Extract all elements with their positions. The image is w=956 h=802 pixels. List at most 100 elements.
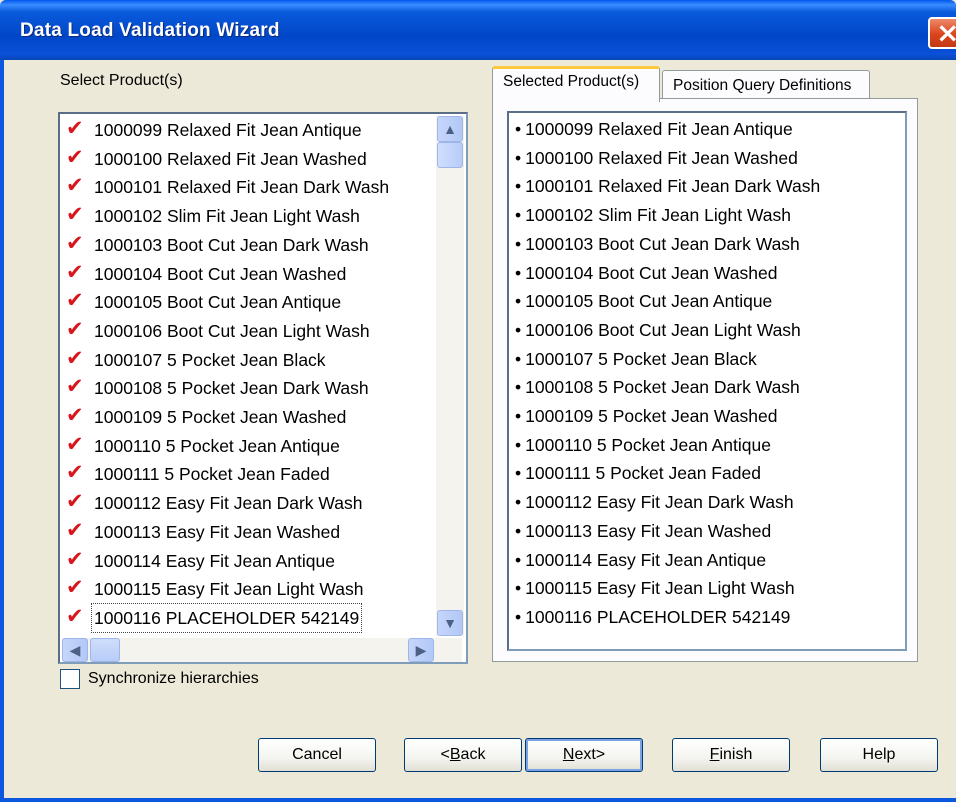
bullet-icon: • [515,319,522,340]
synchronize-label[interactable]: Synchronize hierarchies [88,670,259,688]
bullet-icon: • [515,348,522,369]
product-label: 1000100 Relaxed Fit Jean Washed [94,148,367,169]
close-button[interactable]: × [928,17,956,49]
cancel-button[interactable]: Cancel [258,738,376,772]
checkmark-icon[interactable]: ✔ [66,519,86,541]
bullet-icon: • [515,262,522,283]
back-button[interactable]: <Back [404,738,522,772]
selected-product-item[interactable]: • 1000113 Easy Fit Jean Washed [515,517,771,545]
checkmark-icon[interactable]: ✔ [66,462,86,484]
checkmark-icon[interactable]: ✔ [66,118,86,140]
arrow-left-icon: ◀ [69,642,81,658]
checkmark-icon[interactable]: ✔ [66,491,86,513]
selected-product-label: 1000105 Boot Cut Jean Antique [525,291,773,312]
checkmark-icon[interactable]: ✔ [66,146,86,168]
vertical-scroll-thumb[interactable] [437,142,463,168]
selected-product-label: 1000107 5 Pocket Jean Black [525,348,757,369]
selected-product-item[interactable]: • 1000100 Relaxed Fit Jean Washed [515,144,798,172]
selected-products-panel: • 1000099 Relaxed Fit Jean Antique • 100010… [492,98,918,662]
product-label: 1000112 Easy Fit Jean Dark Wash [94,493,363,514]
selected-product-item[interactable]: • 1000114 Easy Fit Jean Antique [515,546,766,574]
selected-products-list[interactable]: • 1000099 Relaxed Fit Jean Antique • 100010… [507,111,907,651]
product-label: 1000114 Easy Fit Jean Antique [94,550,335,571]
selected-product-item[interactable]: • 1000108 5 Pocket Jean Dark Wash [515,373,800,401]
selected-product-label: 1000110 5 Pocket Jean Antique [525,434,771,455]
scroll-down-button[interactable]: ▼ [437,610,463,636]
arrow-up-icon: ▲ [443,121,457,137]
checkmark-icon[interactable]: ✔ [66,318,86,340]
horizontal-scrollbar[interactable]: ◀ ▶ [62,638,462,662]
tab-selected-products[interactable]: Selected Product(s) [492,66,660,102]
accelerator-key: B [449,746,461,763]
checkmark-icon[interactable]: ✔ [66,548,86,570]
scroll-left-button[interactable]: ◀ [62,638,88,662]
finish-button[interactable]: Finish [672,738,790,772]
selected-product-item[interactable]: • 1000110 5 Pocket Jean Antique [515,431,771,459]
scroll-right-button[interactable]: ▶ [408,638,434,662]
selected-product-label: 1000116 PLACEHOLDER 542149 [525,606,791,627]
scroll-up-button[interactable]: ▲ [437,116,463,142]
accelerator-key: F [709,746,720,763]
help-button[interactable]: Help [820,738,938,772]
selected-product-item[interactable]: • 1000104 Boot Cut Jean Washed [515,259,777,287]
bullet-icon: • [515,147,522,168]
title-bar[interactable]: Data Load Validation Wizard × [0,0,956,60]
bullet-icon: • [515,434,522,455]
wizard-window: Data Load Validation Wizard × Select Pro… [0,0,956,802]
selected-product-item[interactable]: • 1000101 Relaxed Fit Jean Dark Wash [515,172,820,200]
selected-product-item[interactable]: • 1000099 Relaxed Fit Jean Antique [515,115,793,143]
selected-product-item[interactable]: • 1000112 Easy Fit Jean Dark Wash [515,488,794,516]
checkmark-icon[interactable]: ✔ [66,405,86,427]
bullet-icon: • [515,549,522,570]
selected-product-item[interactable]: • 1000102 Slim Fit Jean Light Wash [515,201,791,229]
checkmark-icon[interactable]: ✔ [66,175,86,197]
synchronize-checkbox[interactable] [60,669,80,689]
bullet-icon: • [515,520,522,541]
product-label: 1000103 Boot Cut Jean Dark Wash [94,234,369,255]
selected-product-label: 1000099 Relaxed Fit Jean Antique [525,119,793,139]
product-label: 1000110 5 Pocket Jean Antique [94,435,340,456]
selected-product-label: 1000108 5 Pocket Jean Dark Wash [525,377,800,398]
product-label: 1000104 Boot Cut Jean Washed [94,263,347,284]
checkmark-icon[interactable]: ✔ [66,204,86,226]
selected-product-label: 1000102 Slim Fit Jean Light Wash [525,205,792,226]
product-label: 1000111 5 Pocket Jean Faded [94,464,330,485]
selected-product-label: 1000109 5 Pocket Jean Washed [525,406,778,426]
checkmark-icon[interactable]: ✔ [66,433,86,455]
checkmark-icon[interactable]: ✔ [66,577,86,599]
checkmark-icon[interactable]: ✔ [66,261,86,283]
selected-product-item[interactable]: • 1000111 5 Pocket Jean Faded [515,459,761,487]
product-label: 1000108 5 Pocket Jean Dark Wash [94,378,369,399]
selected-product-label: 1000103 Boot Cut Jean Dark Wash [525,233,800,254]
next-button[interactable]: Next> [525,738,643,772]
bullet-icon: • [515,176,522,197]
selected-product-label: 1000100 Relaxed Fit Jean Washed [525,147,798,168]
checkmark-icon[interactable]: ✔ [66,347,86,369]
product-label: 1000113 Easy Fit Jean Washed [94,521,341,542]
product-label: 1000109 5 Pocket Jean Washed [94,407,347,427]
selected-product-item[interactable]: • 1000106 Boot Cut Jean Light Wash [515,316,801,344]
selected-product-item[interactable]: • 1000115 Easy Fit Jean Light Wash [515,574,795,602]
bullet-icon: • [515,492,522,513]
selected-product-item[interactable]: • 1000105 Boot Cut Jean Antique [515,287,772,315]
selected-product-item[interactable]: • 1000109 5 Pocket Jean Washed [515,402,777,430]
vertical-scrollbar[interactable]: ▲ ▼ [436,116,464,636]
bullet-icon: • [515,578,522,599]
select-products-label: Select Product(s) [60,72,183,89]
bullet-icon: • [515,205,522,226]
selected-product-item[interactable]: • 1000116 PLACEHOLDER 542149 [515,603,790,631]
product-checklist[interactable]: ✔ 1000099 Relaxed Fit Jean Antique ✔ 100010… [58,112,468,664]
window-title: Data Load Validation Wizard [20,20,280,41]
product-checklist-items: ✔ 1000099 Relaxed Fit Jean Antique ✔ 100010… [64,116,434,640]
checkmark-icon[interactable]: ✔ [66,232,86,254]
checkmark-icon[interactable]: ✔ [66,290,86,312]
selected-product-item[interactable]: • 1000107 5 Pocket Jean Black [515,345,757,373]
bullet-icon: • [515,119,522,139]
checkmark-icon[interactable]: ✔ [66,605,86,627]
bullet-icon: • [515,406,522,426]
selected-product-label: 1000114 Easy Fit Jean Antique [525,549,767,570]
selected-product-label: 1000106 Boot Cut Jean Light Wash [525,319,801,340]
checkmark-icon[interactable]: ✔ [66,376,86,398]
selected-product-item[interactable]: • 1000103 Boot Cut Jean Dark Wash [515,230,800,258]
horizontal-scroll-thumb[interactable] [90,638,120,662]
